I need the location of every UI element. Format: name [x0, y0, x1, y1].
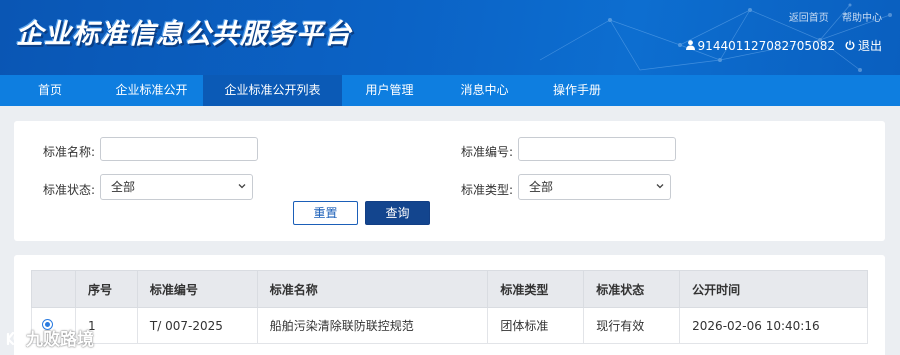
column-header-name: 标准名称	[256, 270, 489, 308]
standard-status-select[interactable]: 全部	[100, 174, 253, 200]
table-row[interactable]: 1 T/ 007-2025 船舶污染清除联防联控规范 团体标准 现行有效 202…	[31, 307, 868, 344]
nav-item-message-center[interactable]: 消息中心	[437, 75, 532, 106]
row-type: 团体标准	[487, 307, 585, 344]
logout-label: 退出	[857, 39, 882, 53]
standard-code-label: 标准编号:	[461, 145, 514, 159]
nav-item-user-management[interactable]: 用户管理	[342, 75, 437, 106]
column-header-status: 标准状态	[583, 270, 681, 308]
nav-item-manual[interactable]: 操作手册	[532, 75, 622, 106]
column-header-time: 公开时间	[679, 270, 868, 308]
user-icon	[685, 39, 695, 53]
chevron-down-icon	[656, 184, 664, 189]
user-id: 914401127082705082	[697, 38, 835, 53]
nav-item-standard-disclosure-list[interactable]: 企业标准公开列表	[203, 75, 342, 106]
row-name: 船舶污染清除联防联控规范	[256, 307, 489, 344]
standard-status-label: 标准状态:	[43, 183, 96, 197]
home-link[interactable]: 返回首页	[789, 13, 829, 24]
header-banner: 企业标准信息公共服务平台 返回首页 帮助中心 91440112708270508…	[0, 0, 900, 75]
main-nav: 首页 企业标准公开 企业标准公开列表 用户管理 消息中心 操作手册	[0, 75, 900, 106]
results-panel: 序号 标准编号 标准名称 标准类型 标准状态 公开时间 1 T/ 007-202…	[14, 255, 885, 355]
watermark-text: 九败路境	[26, 330, 94, 350]
chevron-down-icon	[238, 184, 246, 189]
top-links: 返回首页 帮助中心	[779, 9, 882, 24]
query-button[interactable]: 查询	[365, 201, 430, 225]
watermark-logo-icon	[6, 331, 25, 345]
status-selected-value: 全部	[111, 180, 136, 194]
search-panel: 标准名称: 标准编号: 标准状态: 全部 标准类型: 全部 重置 查询	[14, 121, 885, 241]
reset-button[interactable]: 重置	[293, 201, 358, 225]
site-title: 企业标准信息公共服务平台	[16, 19, 352, 50]
table-header-row: 序号 标准编号 标准名称 标准类型 标准状态 公开时间	[31, 270, 868, 308]
nav-item-home[interactable]: 首页	[0, 75, 100, 106]
row-status: 现行有效	[583, 307, 681, 344]
column-header-type: 标准类型	[487, 270, 585, 308]
results-table: 序号 标准编号 标准名称 标准类型 标准状态 公开时间 1 T/ 007-202…	[31, 270, 868, 344]
power-icon	[845, 39, 855, 53]
standard-code-input[interactable]	[518, 137, 676, 161]
watermark: 九败路境	[4, 325, 94, 350]
type-selected-value: 全部	[529, 180, 554, 194]
row-time: 2026-02-06 10:40:16	[679, 307, 868, 344]
row-code: T/ 007-2025	[136, 307, 258, 344]
column-header-index: 序号	[74, 270, 138, 308]
column-header-code: 标准编号	[136, 270, 258, 308]
help-link[interactable]: 帮助中心	[842, 13, 882, 24]
standard-type-select[interactable]: 全部	[518, 174, 671, 200]
user-area: 914401127082705082 退出	[685, 37, 882, 54]
standard-type-label: 标准类型:	[461, 183, 514, 197]
logout-button[interactable]: 退出	[845, 37, 882, 54]
nav-item-standard-disclosure[interactable]: 企业标准公开	[100, 75, 203, 106]
standard-name-label: 标准名称:	[43, 145, 96, 159]
standard-name-input[interactable]	[100, 137, 258, 161]
column-header-select	[31, 270, 76, 308]
